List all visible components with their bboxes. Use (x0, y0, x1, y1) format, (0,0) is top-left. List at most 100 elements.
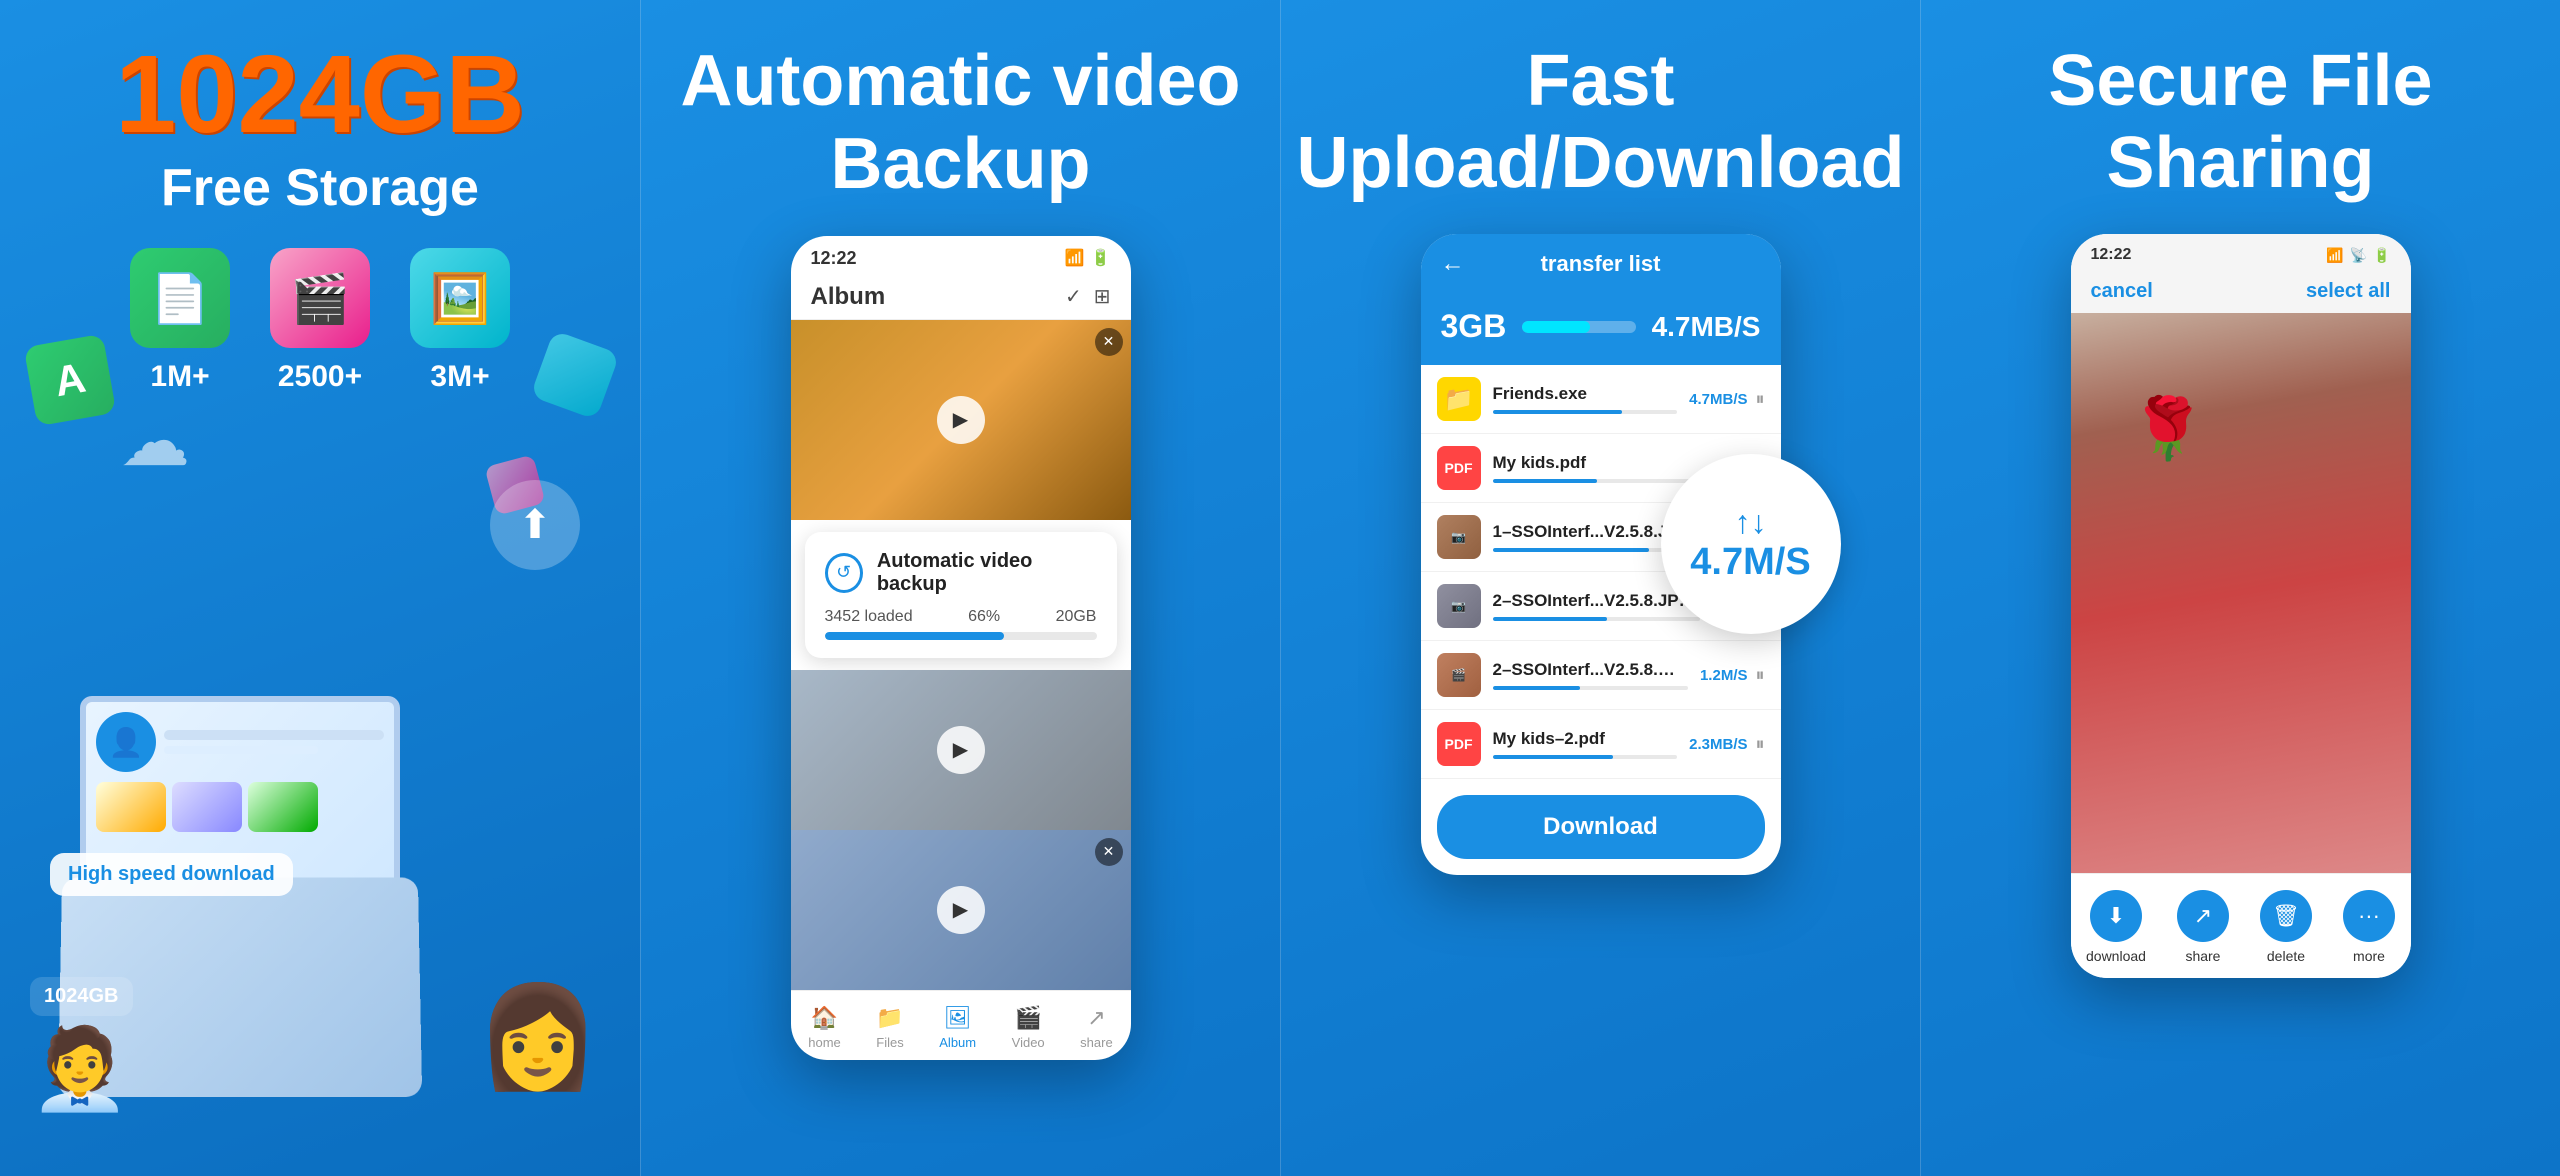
filename-6: My kids–2.pdf (1493, 729, 1678, 749)
deco-a-icon: A (24, 334, 117, 427)
back-icon[interactable]: ← (1441, 250, 1465, 278)
person-figure-right: 👩 (475, 979, 600, 1096)
pause-icon-6[interactable]: ⏸ (1756, 734, 1765, 755)
progress-pct: 66% (968, 608, 1000, 626)
backup-title: Automatic video Backup (650, 40, 1270, 206)
phone-navbar: 🏠 home 📁 Files 🖼 Album 🎬 Video ↗ share (791, 990, 1131, 1060)
download-button[interactable]: Download (1437, 795, 1765, 859)
select-all-button[interactable]: select all (2306, 280, 2391, 303)
nav-share[interactable]: ↗ share (1080, 1005, 1113, 1050)
battery-icon-2: 🔋 (2373, 247, 2390, 264)
delete-action-icon: 🗑 (2260, 890, 2312, 942)
video-thumb-3: ▶ ✕ (791, 830, 1131, 990)
delete-action[interactable]: 🗑 delete (2260, 890, 2312, 964)
header-action-icons: ✓ ⊞ (1065, 284, 1111, 309)
loaded-count: 3452 loaded (825, 608, 913, 626)
backup-card: ↺ Automatic video backup 3452 loaded 66%… (805, 532, 1117, 658)
pdf-icon-1: PDF (1437, 446, 1481, 490)
file-speed-5: 1.2M/S (1700, 667, 1748, 684)
progress-1 (1493, 410, 1678, 414)
album-icon: 🖼 (944, 1005, 972, 1031)
more-action-label: more (2353, 948, 2385, 964)
file-info-1: Friends.exe (1493, 384, 1678, 414)
pause-icon-5[interactable]: ⏸ (1756, 665, 1765, 686)
wifi-icon-2: 📡 (2350, 247, 2367, 264)
feature-photos: 🖼️ 3M+ (410, 248, 510, 394)
video-icon: 🎬 (1014, 1005, 1041, 1031)
phone-time: 12:22 (811, 248, 857, 269)
nav-album[interactable]: 🖼 Album (939, 1005, 976, 1050)
play-button-1[interactable]: ▶ (937, 396, 985, 444)
file-speed-6: 2.3MB/S (1689, 736, 1747, 753)
nav-home[interactable]: 🏠 home (808, 1005, 841, 1050)
share-action[interactable]: ↗ share (2177, 890, 2229, 964)
file-info-4: 2–SSOInterf...V2.5.8.JPEG (1493, 591, 1701, 621)
transfer-item-6: PDF My kids–2.pdf 2.3MB/S ⏸ (1421, 710, 1781, 779)
signal-icon: 📶 (2326, 247, 2343, 264)
transfer-header: ← transfer list (1421, 234, 1781, 294)
videos-icon: 🎬 (270, 248, 370, 348)
download-action-icon: ⬇ (2090, 890, 2142, 942)
panel-transfer: Fast Upload/Download ← transfer list 3GB… (1280, 0, 1920, 1176)
nav-files-label: Files (876, 1035, 903, 1050)
storage-title: 1024GB (115, 40, 525, 150)
nav-video[interactable]: 🎬 Video (1012, 1005, 1045, 1050)
cancel-button[interactable]: cancel (2091, 280, 2153, 303)
sync-icon: ↺ (825, 553, 863, 593)
close-video-3[interactable]: ✕ (1095, 838, 1123, 866)
storage-subtitle: Free Storage (161, 158, 479, 218)
backup-progress-bar (825, 632, 1097, 640)
panel-backup: Automatic video Backup 12:22 📶 🔋 Album ✓… (640, 0, 1280, 1176)
share-phone-mockup: 12:22 📶 📡 🔋 cancel select all 🌹 ⬇ downlo… (2071, 234, 2411, 978)
share-statusbar-icons: 📶 📡 🔋 (2326, 247, 2390, 264)
close-video-1[interactable]: ✕ (1095, 328, 1123, 356)
nav-video-label: Video (1012, 1035, 1045, 1050)
backup-progress-fill (825, 632, 1005, 640)
share-statusbar: 12:22 📶 📡 🔋 (2071, 234, 2411, 270)
progress-5 (1493, 686, 1688, 690)
video-thumb-1: ▶ ✕ (791, 320, 1131, 520)
play-button-2[interactable]: ▶ (937, 726, 985, 774)
backup-phone-mockup: 12:22 📶 🔋 Album ✓ ⊞ ▶ ✕ ↺ Automatic vide… (791, 236, 1131, 1060)
transfer-actions-6: 2.3MB/S ⏸ (1689, 734, 1764, 755)
backup-progress-info: 3452 loaded 66% 20GB (825, 608, 1097, 626)
home-icon: 🏠 (811, 1005, 838, 1031)
play-button-3[interactable]: ▶ (937, 886, 985, 934)
file-info-6: My kids–2.pdf (1493, 729, 1678, 759)
panel-storage: 1024GB Free Storage 📄 1M+ 🎬 2500+ 🖼️ 3M+… (0, 0, 640, 1176)
pdf-icon-2: PDF (1437, 722, 1481, 766)
storage-badge: 1024GB (30, 977, 133, 1016)
share-action-label: share (2185, 948, 2220, 964)
share-photo-area: 🌹 (2071, 313, 2411, 873)
transfer-item-1: 📁 Friends.exe 4.7MB/S ⏸ (1421, 365, 1781, 434)
nav-home-label: home (808, 1035, 841, 1050)
backup-card-header: ↺ Automatic video backup (825, 550, 1097, 596)
nav-files[interactable]: 📁 Files (876, 1005, 903, 1050)
feature-videos: 🎬 2500+ (270, 248, 370, 394)
checkmark-icon[interactable]: ✓ (1065, 284, 1082, 309)
phone-statusbar: 12:22 📶 🔋 (791, 236, 1131, 275)
album-title: Album (811, 283, 886, 311)
share-icon: ↗ (1087, 1005, 1105, 1031)
transfer-title: Fast Upload/Download (1280, 40, 1920, 204)
mp4-icon: 🎬 (1437, 653, 1481, 697)
transfer-actions-5: 1.2M/S ⏸ (1700, 665, 1765, 686)
download-action[interactable]: ⬇ download (2086, 890, 2146, 964)
backup-card-title: Automatic video backup (877, 550, 1097, 596)
pause-icon-1[interactable]: ⏸ (1756, 389, 1765, 410)
photos-count: 3M+ (430, 360, 489, 394)
filter-icon[interactable]: ⊞ (1094, 284, 1111, 309)
share-phone-time: 12:22 (2091, 246, 2132, 264)
speed-badge: ↑↓ 4.7M/S (1661, 454, 1841, 634)
filename-4: 2–SSOInterf...V2.5.8.JPEG (1493, 591, 1701, 611)
feature-icons: 📄 1M+ 🎬 2500+ 🖼️ 3M+ (130, 248, 510, 394)
transfer-list-title: transfer list (1477, 251, 1725, 277)
transfer-size: 3GB (1441, 308, 1507, 345)
documents-count: 1M+ (150, 360, 209, 394)
documents-icon: 📄 (130, 248, 230, 348)
speed-progress-fill (1522, 321, 1590, 333)
download-action-label: download (2086, 948, 2146, 964)
more-action[interactable]: ··· more (2343, 890, 2395, 964)
deco-cloud-icon: ☁ (120, 400, 190, 482)
panel-sharing: Secure File Sharing 12:22 📶 📡 🔋 cancel s… (1920, 0, 2560, 1176)
